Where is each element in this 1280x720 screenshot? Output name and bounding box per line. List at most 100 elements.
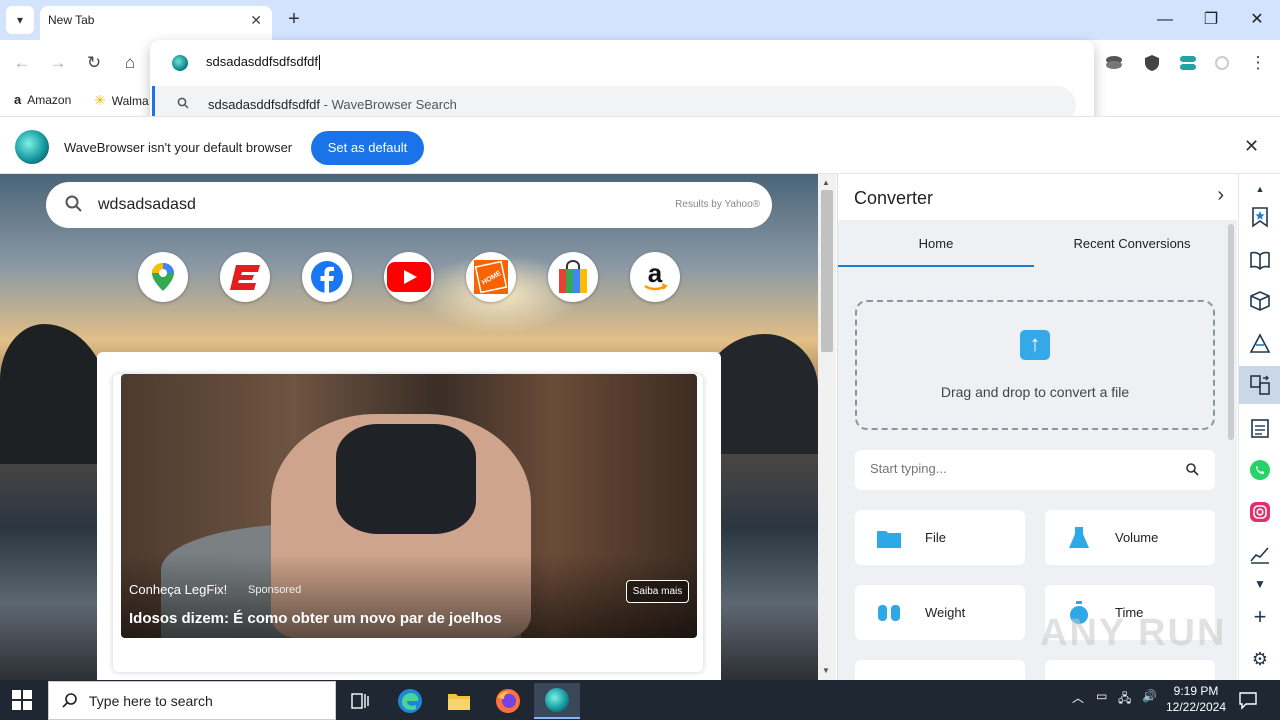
converter-search[interactable] (855, 450, 1215, 490)
shortcut-shopping[interactable] (548, 252, 598, 302)
scrollbar-thumb[interactable] (821, 190, 833, 352)
restore-button[interactable]: ❐ (1199, 8, 1223, 32)
new-tab-button[interactable]: + (282, 8, 306, 32)
taskbar-edge[interactable] (387, 683, 433, 719)
package-box-icon[interactable] (1247, 288, 1273, 314)
converter-title: Converter (854, 188, 934, 208)
tab-recent-conversions[interactable]: Recent Conversions (1034, 236, 1230, 251)
notes-icon[interactable] (1247, 415, 1273, 441)
scroll-up-icon[interactable]: ▲ (822, 178, 830, 187)
facebook-icon (311, 261, 343, 293)
home-button[interactable]: ⌂ (118, 51, 142, 75)
shopping-bag-icon (559, 260, 587, 293)
minimize-button[interactable]: — (1153, 8, 1177, 32)
ad-brand: Conheça LegFix! (129, 582, 228, 597)
youtube-icon (387, 262, 431, 292)
bookmark-walmart[interactable]: ✳ Walma (94, 92, 149, 109)
taskbar-firefox[interactable] (485, 683, 531, 719)
sidebar-rail: ▲ ▼ + ⚙ (1238, 174, 1280, 680)
suggestion-engine: - WaveBrowser Search (320, 97, 457, 112)
ad-sponsored-label: Sponsored (248, 584, 302, 596)
shortcut-facebook[interactable] (302, 252, 352, 302)
clock-date: 12/22/2024 (1165, 700, 1227, 714)
bookmark-star-icon[interactable] (1247, 204, 1273, 230)
tray-volume-icon[interactable]: 🔊 (1142, 689, 1157, 703)
ad-card[interactable]: Conheça LegFix! Sponsored Idosos dizem: … (113, 374, 703, 672)
svg-text:a: a (648, 260, 663, 288)
wavebrowser-logo-icon (545, 688, 569, 712)
taskbar-file-explorer[interactable] (436, 683, 482, 719)
results-by-yahoo: Results by Yahoo® (675, 199, 760, 210)
add-icon[interactable]: + (1247, 604, 1273, 630)
active-tab-indicator (838, 265, 1034, 267)
search-icon[interactable] (1185, 462, 1199, 476)
scroll-down-icon[interactable]: ▼ (822, 666, 830, 675)
window-close-button[interactable]: ✕ (1245, 8, 1269, 32)
reading-book-icon[interactable] (1247, 247, 1273, 273)
infobar-close-icon[interactable]: ✕ (1244, 136, 1259, 157)
back-button[interactable]: ← (10, 51, 34, 75)
file-drop-zone[interactable]: ↑ Drag and drop to convert a file (855, 300, 1215, 430)
ad-title[interactable]: Idosos dizem: É como obter um novo par d… (129, 610, 502, 627)
chevron-right-icon[interactable]: › (1217, 184, 1224, 207)
amazon-icon: a (644, 260, 668, 291)
home-depot-icon: HOME (474, 260, 508, 294)
ad-image[interactable]: Conheça LegFix! Sponsored Idosos dizem: … (121, 374, 697, 638)
rail-scroll-up-icon[interactable]: ▲ (1247, 176, 1273, 202)
clock-time: 9:19 PM (1173, 684, 1219, 698)
bookmark-amazon[interactable]: a Amazon (14, 92, 71, 107)
layers-icon[interactable] (1104, 53, 1124, 73)
notification-icon[interactable] (1238, 690, 1258, 710)
tile-file[interactable]: File (855, 510, 1025, 565)
shield-icon[interactable] (1142, 53, 1162, 73)
tile-label: Volume (1115, 530, 1159, 545)
wavebrowser-logo-icon (172, 55, 188, 71)
shortcut-youtube[interactable] (384, 252, 434, 302)
tray-battery-icon[interactable]: ▭ (1096, 689, 1107, 703)
tab-home[interactable]: Home (838, 236, 1034, 251)
reload-button[interactable]: ↻ (82, 51, 106, 75)
extension-toggle-icon[interactable] (1178, 53, 1198, 73)
ad-cta-button[interactable]: Saiba mais (626, 580, 689, 603)
dumbbell-icon (878, 605, 900, 621)
taskbar-search-box[interactable]: Type here to search (48, 681, 336, 720)
menu-icon[interactable]: ⋮ (1246, 51, 1270, 75)
instagram-icon[interactable] (1247, 499, 1273, 525)
profile-icon[interactable] (1212, 53, 1232, 73)
shortcut-home-depot[interactable]: HOME (466, 252, 516, 302)
taskbar-clock[interactable]: 9:19 PM 12/22/2024 (1160, 683, 1232, 715)
close-icon[interactable]: ✕ (250, 12, 262, 29)
converter-icon[interactable] (1247, 372, 1273, 398)
tab-search-button[interactable]: ▾ (6, 6, 34, 34)
google-maps-icon (152, 263, 174, 291)
stocks-chart-icon[interactable] (1247, 541, 1273, 567)
address-bar-value: sdsadasddfsdfsdfdf (206, 54, 319, 69)
drop-zone-text: Drag and drop to convert a file (940, 384, 1130, 400)
page-scrollbar[interactable]: ▲ ▼ (818, 174, 836, 680)
tile-weight[interactable]: Weight (855, 585, 1025, 640)
converter-scrollbar[interactable] (1228, 224, 1234, 440)
chevron-down-icon[interactable]: ▼ (1247, 571, 1273, 597)
shortcut-espn[interactable] (220, 252, 270, 302)
task-view-button[interactable] (337, 683, 383, 719)
recipe-icon[interactable] (1247, 331, 1273, 357)
converter-panel: Converter › Home Recent Conversions ↑ Dr… (837, 174, 1238, 715)
shortcut-google-maps[interactable] (138, 252, 188, 302)
page-search-box[interactable]: wdsadsadasd Results by Yahoo® (46, 182, 772, 228)
forward-button[interactable]: → (46, 51, 70, 75)
tray-chevron-up-icon[interactable]: ︿ (1072, 689, 1084, 706)
gear-icon[interactable]: ⚙ (1247, 646, 1273, 672)
taskbar-wavebrowser[interactable] (534, 683, 580, 719)
shortcut-amazon[interactable]: a (630, 252, 680, 302)
anyrun-watermark: ANY RUN (1040, 612, 1227, 654)
tray-network-icon[interactable]: 🖧 (1118, 689, 1131, 710)
search-icon (62, 693, 77, 708)
set-as-default-button[interactable]: Set as default (311, 131, 424, 165)
windows-start-icon[interactable] (12, 690, 32, 710)
converter-search-input[interactable] (870, 461, 1170, 476)
whatsapp-icon[interactable] (1247, 457, 1273, 483)
tab-new-tab[interactable]: New Tab ✕ (40, 6, 272, 40)
bookmark-label: Amazon (27, 92, 72, 107)
tile-volume[interactable]: Volume (1045, 510, 1215, 565)
address-bar-input[interactable]: sdsadasddfsdfsdfdf (206, 54, 1026, 71)
